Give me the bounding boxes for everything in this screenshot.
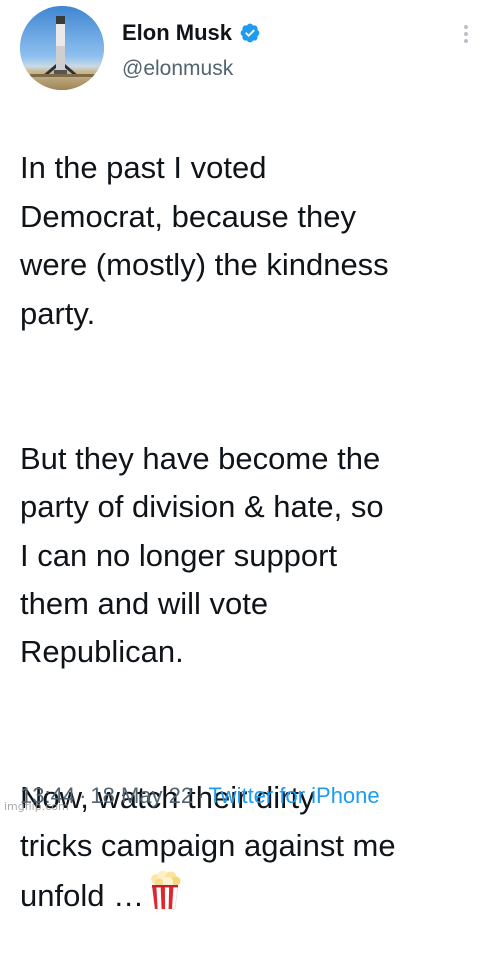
tweet-meta: 13:44 · 18 May 22 · Twitter for iPhone xyxy=(20,780,380,812)
tweet-source-link[interactable]: Twitter for iPhone xyxy=(208,783,379,808)
verified-badge-icon xyxy=(239,22,261,44)
avatar[interactable] xyxy=(20,6,104,90)
popcorn-icon xyxy=(148,870,182,910)
author-handle[interactable]: @elonmusk xyxy=(122,54,233,84)
tweet-text: In the past I voted Democrat, because th… xyxy=(20,96,490,969)
tweet-paragraph-2: But they have become the party of divisi… xyxy=(20,440,384,670)
meta-separator: · xyxy=(79,783,87,808)
tweet-card: Elon Musk @elonmusk In the past I voted … xyxy=(0,0,500,913)
tweet-paragraph-1: In the past I voted Democrat, because th… xyxy=(20,150,389,331)
tweet-date[interactable]: 18 May 22 xyxy=(90,783,193,808)
display-name[interactable]: Elon Musk xyxy=(122,18,232,48)
rocket-booster-image xyxy=(20,6,104,90)
vertical-ellipsis-icon xyxy=(464,25,468,43)
author-name-row: Elon Musk xyxy=(122,18,261,48)
meta-separator-2: · xyxy=(197,783,205,808)
imgflip-watermark: imgflip.com xyxy=(4,800,69,813)
more-options-button[interactable] xyxy=(452,18,480,50)
